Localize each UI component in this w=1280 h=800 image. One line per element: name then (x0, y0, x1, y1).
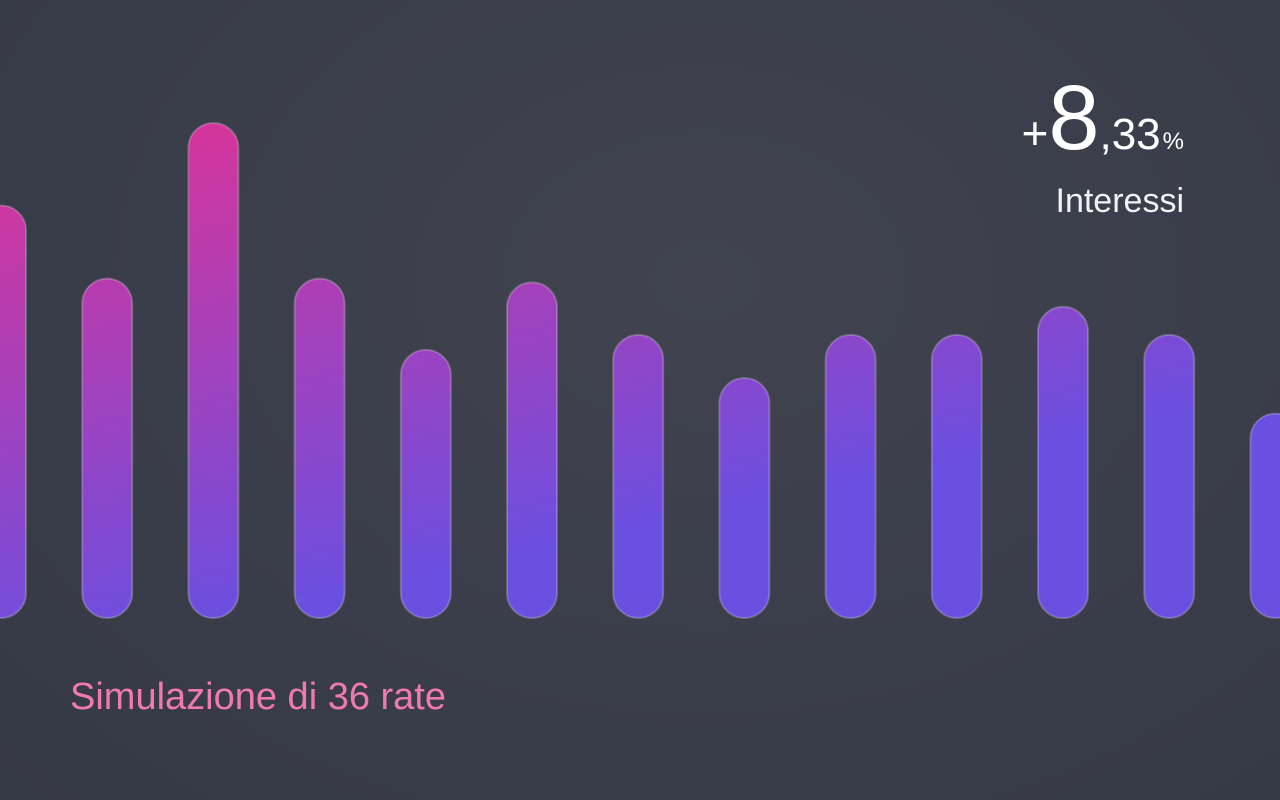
installment-bar (506, 281, 558, 619)
kpi-decimal: ,33 (1099, 110, 1161, 159)
installment-bar (0, 204, 27, 619)
installment-bar (81, 277, 134, 619)
app-canvas: + 8 ,33 % Interessi Simulazione di 36 ra… (0, 0, 1280, 800)
kpi-integer: 8 (1048, 67, 1100, 169)
installment-bar (612, 333, 665, 619)
interest-kpi: + 8 ,33 % Interessi (1021, 72, 1184, 221)
kpi-sign: + (1021, 107, 1049, 159)
installment-bar (824, 333, 877, 619)
installment-bar (718, 377, 771, 619)
installment-bar (399, 348, 452, 619)
installment-bar (930, 333, 983, 619)
kpi-label: Interessi (1055, 182, 1185, 220)
installment-bar (1037, 305, 1089, 620)
installment-bar (293, 277, 346, 619)
installment-bar (1143, 333, 1196, 619)
kpi-value: + 8 ,33 % (1021, 72, 1184, 164)
simulation-caption: Simulazione di 36 rate (70, 676, 446, 718)
installment-bar (187, 122, 240, 619)
installment-bar (1249, 412, 1280, 619)
kpi-percent-unit: % (1162, 128, 1184, 155)
